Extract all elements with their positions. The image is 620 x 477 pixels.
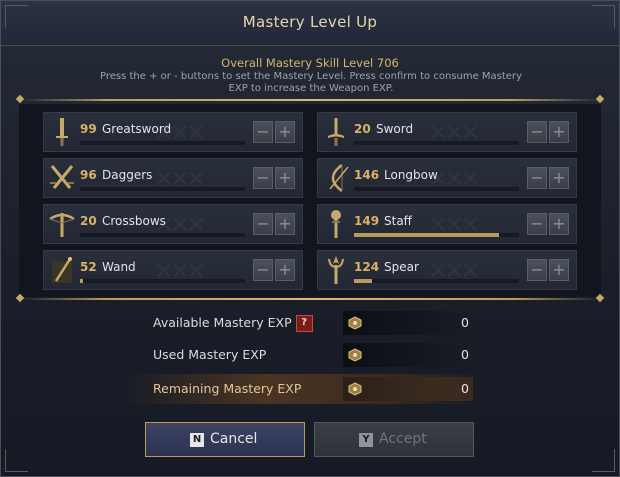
used-exp-box: 0 (343, 343, 473, 367)
weapon-progress-bar (80, 187, 245, 191)
available-exp-box: 0 (343, 311, 473, 335)
weapon-card-wand: ✕✕✕ 52 Wand − + (43, 250, 303, 290)
weapon-progress-bar (80, 141, 245, 145)
weapon-card-sword: ✕✕✕ 20 Sword − + (317, 112, 577, 152)
weapon-level: 20 (354, 122, 371, 136)
used-exp-row: Used Mastery EXP 0 (121, 340, 481, 370)
weapon-name: Spear (384, 260, 419, 274)
frame-corner-ornament (592, 449, 615, 472)
available-exp-value: 0 (461, 315, 469, 330)
weapon-level: 52 (80, 260, 97, 274)
minus-button[interactable]: − (253, 259, 273, 281)
greatsword-icon (56, 118, 68, 146)
remaining-exp-box: 0 (343, 377, 473, 401)
weapon-card-crossbows: ✕✕✕ 20 Crossbows − + (43, 204, 303, 244)
weapon-level: 96 (80, 168, 97, 182)
wand-icon (52, 257, 72, 283)
weapon-name: Staff (384, 214, 412, 228)
longbow-icon (329, 163, 349, 193)
sword-icon (328, 118, 344, 146)
crossbows-icon (49, 213, 75, 237)
frame-corner-ornament (5, 449, 28, 472)
mastery-exp-icon (348, 316, 362, 330)
weapon-card-greatsword: ✕✕✕ 99 Greatsword − + (43, 112, 303, 152)
weapon-name: Sword (376, 122, 414, 136)
minus-button[interactable]: − (253, 167, 273, 189)
weapon-card-staff: ✕✕✕ 149 Staff − + (317, 204, 577, 244)
weapon-level: 20 (80, 214, 97, 228)
plus-button[interactable]: + (549, 121, 569, 143)
weapon-name: Crossbows (102, 214, 166, 228)
used-exp-value: 0 (461, 347, 469, 362)
weapon-card-daggers: ✕✕✕ 96 Daggers − + (43, 158, 303, 198)
available-exp-row: Available Mastery EXP? 0 (121, 308, 481, 338)
remaining-exp-row: Remaining Mastery EXP 0 (121, 374, 481, 404)
weapon-name: Daggers (102, 168, 153, 182)
frame-corner-ornament (5, 5, 28, 28)
plus-button[interactable]: + (549, 259, 569, 281)
weapon-name: Wand (102, 260, 136, 274)
dialog-title: Mastery Level Up (242, 13, 378, 31)
weapon-mastery-grid: ✕✕✕ 99 Greatsword − + ✕✕✕ 20 Sword − + ✕… (19, 104, 601, 297)
spear-icon (328, 256, 344, 284)
dialog-header: Mastery Level Up (1, 1, 619, 46)
weapon-progress-fill (354, 279, 373, 283)
weapon-level: 124 (354, 260, 380, 274)
middle-divider (19, 298, 601, 300)
remaining-exp-value: 0 (461, 381, 469, 396)
daggers-icon (50, 165, 74, 189)
accept-label: Accept (379, 431, 427, 447)
mastery-exp-icon (348, 382, 362, 396)
top-divider (19, 99, 601, 101)
plus-button[interactable]: + (275, 121, 295, 143)
staff-icon (331, 210, 341, 238)
weapon-progress-bar (80, 233, 245, 237)
minus-button[interactable]: − (253, 121, 273, 143)
weapon-progress-bar (354, 187, 519, 191)
minus-button[interactable]: − (527, 259, 547, 281)
plus-button[interactable]: + (549, 213, 569, 235)
used-exp-label: Used Mastery EXP (153, 347, 267, 362)
instructions-text: Press the + or - buttons to set the Mast… (100, 71, 522, 94)
frame-corner-ornament (592, 5, 615, 28)
remaining-exp-label: Remaining Mastery EXP (153, 381, 302, 396)
available-exp-label: Available Mastery EXP? (153, 315, 313, 332)
minus-button[interactable]: − (527, 213, 547, 235)
plus-button[interactable]: + (549, 167, 569, 189)
weapon-progress-bar (80, 279, 245, 283)
mastery-level-up-dialog: Mastery Level Up Overall Mastery Skill L… (0, 0, 620, 477)
weapon-progress-fill (354, 233, 500, 237)
minus-button[interactable]: − (253, 213, 273, 235)
plus-button[interactable]: + (275, 167, 295, 189)
cancel-button[interactable]: N Cancel (145, 422, 305, 457)
weapon-level: 99 (80, 122, 97, 136)
accept-hotkey: Y (359, 433, 373, 447)
overall-mastery-level: Overall Mastery Skill Level 706 (221, 56, 399, 70)
available-exp-label-text: Available Mastery EXP (153, 315, 292, 330)
cancel-label: Cancel (210, 431, 258, 447)
weapon-progress-fill (80, 279, 84, 283)
minus-button[interactable]: − (527, 121, 547, 143)
minus-button[interactable]: − (527, 167, 547, 189)
weapon-card-spear: ✕✕✕ 124 Spear − + (317, 250, 577, 290)
weapon-level: 146 (354, 168, 380, 182)
help-icon[interactable]: ? (295, 315, 313, 332)
weapon-name: Longbow (384, 168, 438, 182)
mastery-exp-icon (348, 348, 362, 362)
weapon-progress-bar (354, 279, 519, 283)
weapon-name: Greatsword (102, 122, 172, 136)
cancel-hotkey: N (190, 433, 204, 447)
accept-button[interactable]: Y Accept (314, 422, 474, 457)
weapon-progress-bar (354, 233, 519, 237)
weapon-card-longbow: ✕✕✕ 146 Longbow − + (317, 158, 577, 198)
plus-button[interactable]: + (275, 259, 295, 281)
weapon-progress-bar (354, 141, 519, 145)
weapon-level: 149 (354, 214, 380, 228)
plus-button[interactable]: + (275, 213, 295, 235)
